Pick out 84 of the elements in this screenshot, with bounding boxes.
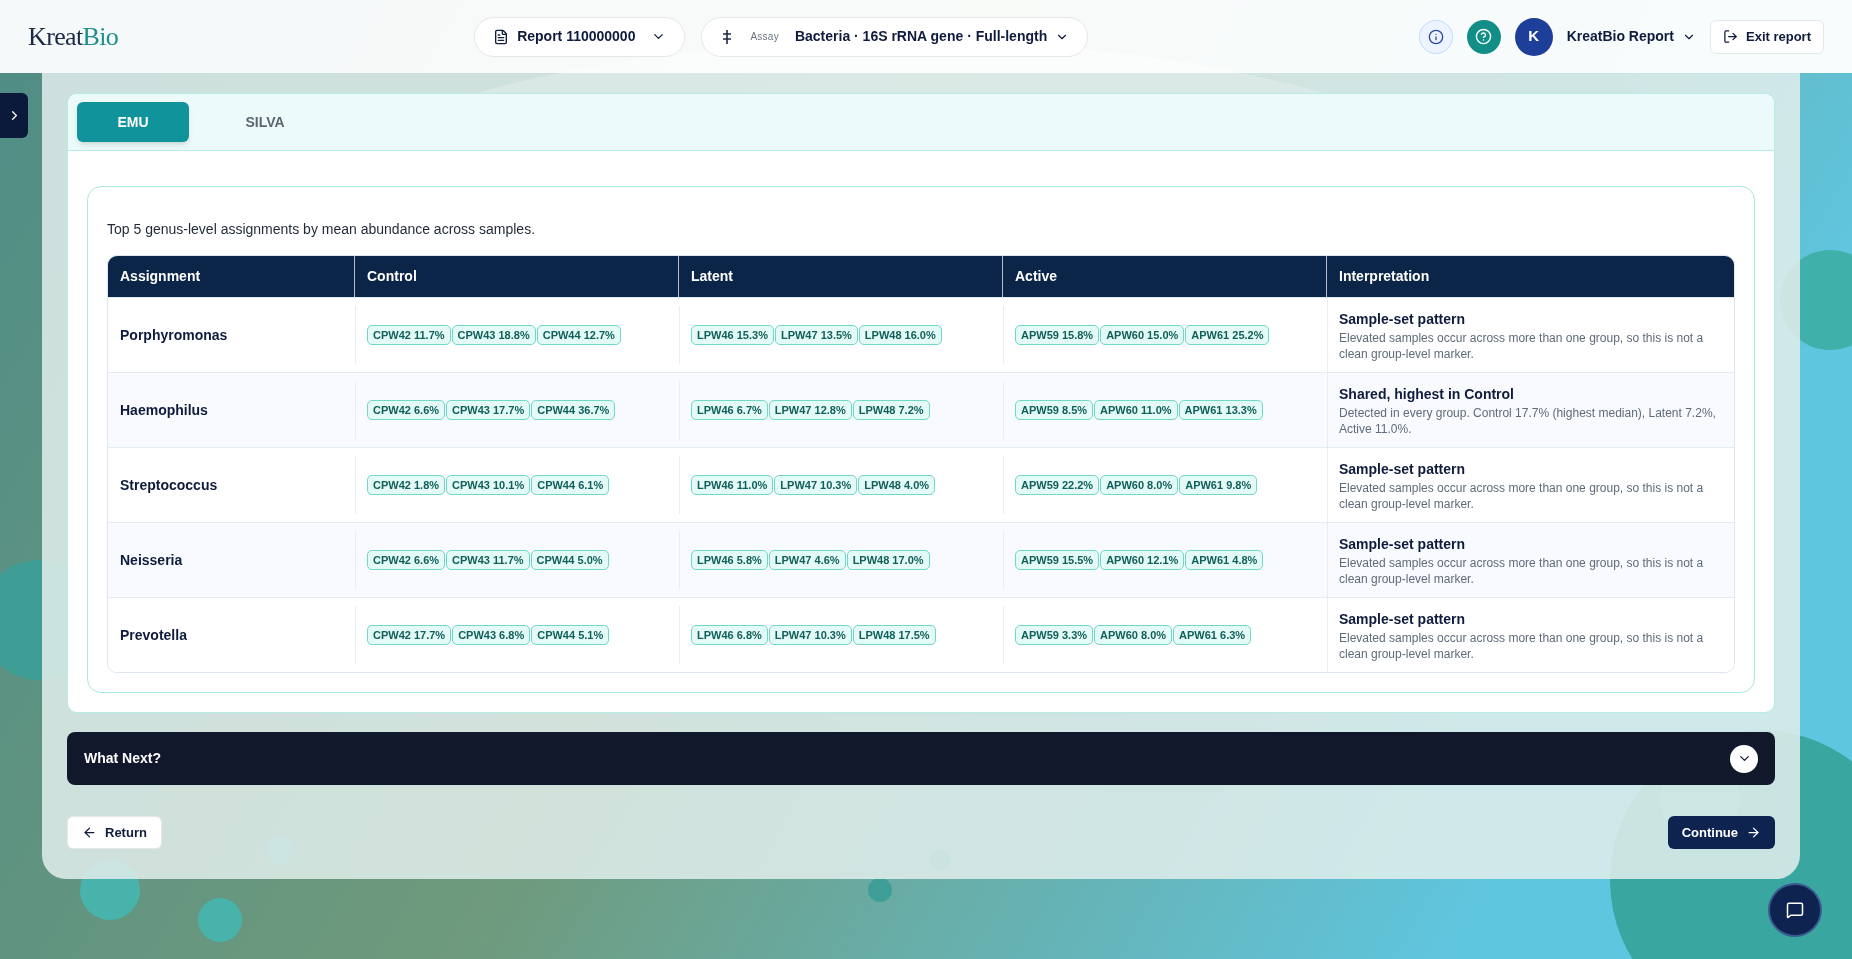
sample-tag: CPW43 10.1%	[446, 474, 531, 496]
logo: KreatBio	[28, 21, 119, 53]
sample-tag: CPW42 1.8%	[367, 474, 446, 496]
sample-tag: LPW48 4.0%	[858, 474, 936, 496]
document-icon	[493, 28, 510, 45]
sample-tag: LPW46 15.3%	[691, 324, 774, 346]
sample-tag: APW60 8.0%	[1094, 624, 1173, 646]
sample-tag: LPW46 5.8%	[691, 549, 768, 571]
interpretation-title: Sample-set pattern	[1339, 309, 1467, 329]
account-menu[interactable]: KreatBio Report	[1566, 26, 1696, 47]
continue-button[interactable]: Continue	[1667, 816, 1775, 849]
info-icon	[1427, 28, 1444, 45]
sample-tag: LPW48 17.5%	[852, 624, 936, 646]
sample-tag: CPW44 5.0%	[530, 549, 609, 571]
sample-tag: CPW44 5.1%	[531, 624, 610, 646]
sample-tag: LPW48 17.0%	[846, 549, 930, 571]
exit-report-button[interactable]: Exit report	[1710, 19, 1824, 54]
sample-tag: CPW43 6.8%	[452, 624, 531, 646]
sample-tag: APW60 11.0%	[1094, 399, 1178, 421]
info-button[interactable]	[1418, 19, 1453, 54]
help-icon	[1475, 28, 1493, 45]
sample-tag: APW60 8.0%	[1100, 474, 1179, 496]
sample-tag: CPW43 17.7%	[446, 399, 531, 421]
table-cell-text: Neisseria	[119, 550, 184, 570]
table-cell-text: Prevotella	[119, 625, 188, 645]
interpretation-text: Detected in every group. Control 17.7% (highest median), Latent 7.2%, Active 11.0%.	[1339, 404, 1717, 437]
table-cell-text: Haemophilus	[119, 400, 209, 420]
sample-tag: CPW42 11.7%	[367, 324, 451, 346]
sample-tag: CPW42 6.6%	[367, 549, 446, 571]
interpretation-text: Elevated samples occur across more than one group, so this is not a clean group-level marker.	[1339, 329, 1705, 362]
assay-label: Assay	[750, 30, 779, 44]
sample-tag: APW61 6.3%	[1173, 624, 1252, 646]
sample-tag: LPW47 4.6%	[768, 549, 846, 571]
expand-button[interactable]	[1730, 744, 1758, 773]
caption: Top 5 genus-level assignments by mean abundance across samples.	[107, 220, 537, 239]
sample-tag: LPW47 13.5%	[774, 324, 858, 346]
table-cell-text: Porphyromonas	[119, 325, 229, 345]
sample-tag: LPW47 12.8%	[768, 399, 852, 421]
tab[interactable]: EMU	[77, 102, 189, 142]
chat-icon	[1786, 901, 1804, 919]
help-button[interactable]	[1466, 19, 1501, 54]
interpretation-title: Shared, highest in Control	[1339, 384, 1515, 404]
sample-tag: APW59 3.3%	[1015, 624, 1094, 646]
sample-tag: CPW43 18.8%	[451, 324, 536, 346]
tab[interactable]: SILVA	[209, 102, 321, 142]
interpretation-text: Elevated samples occur across more than one group, so this is not a clean group-level marker.	[1339, 479, 1705, 512]
sample-tag: APW59 15.5%	[1015, 549, 1100, 571]
sample-tag: APW61 13.3%	[1178, 399, 1263, 421]
column-header: Interpretation	[1338, 267, 1431, 286]
sample-tag: LPW46 6.7%	[691, 399, 768, 421]
sample-tag: LPW48 16.0%	[858, 324, 942, 346]
sample-tag: APW60 15.0%	[1100, 324, 1185, 346]
sample-tag: APW61 9.8%	[1179, 474, 1258, 496]
sample-tag: CPW44 6.1%	[531, 474, 610, 496]
sample-tag: APW59 8.5%	[1015, 399, 1094, 421]
sample-tag: CPW42 17.7%	[367, 624, 452, 646]
assay-select[interactable]: Assay Bacteria · 16S rRNA gene · Full-length	[701, 16, 1089, 57]
table-cell-text: Streptococcus	[119, 475, 219, 495]
sample-tag: APW60 12.1%	[1100, 549, 1185, 571]
report-select[interactable]: Report 110000000	[474, 16, 686, 57]
sample-tag: LPW48 7.2%	[852, 399, 930, 421]
arrow-right-icon	[1746, 825, 1761, 840]
sample-tag: CPW42 6.6%	[367, 399, 446, 421]
sample-tag: LPW47 10.3%	[774, 474, 858, 496]
sample-tag: LPW47 10.3%	[768, 624, 852, 646]
sample-tag: LPW46 11.0%	[691, 474, 774, 496]
sample-tag: CPW44 12.7%	[536, 324, 621, 346]
interpretation-title: Sample-set pattern	[1339, 459, 1467, 479]
sidebar-toggle[interactable]	[0, 93, 28, 138]
sample-tag: LPW46 6.8%	[691, 624, 768, 646]
interpretation-title: Sample-set pattern	[1339, 609, 1467, 629]
interpretation-title: Sample-set pattern	[1339, 534, 1467, 554]
sample-tag: CPW44 36.7%	[531, 399, 616, 421]
sample-tag: CPW43 11.7%	[446, 549, 530, 571]
sample-tag: APW59 22.2%	[1015, 474, 1100, 496]
logout-icon	[1723, 29, 1738, 44]
sample-tag: APW61 25.2%	[1185, 324, 1270, 346]
avatar[interactable]: K	[1514, 17, 1553, 56]
sample-tag: APW59 15.8%	[1015, 324, 1100, 346]
sample-tag: APW61 4.8%	[1185, 549, 1264, 571]
interpretation-text: Elevated samples occur across more than one group, so this is not a clean group-level marker.	[1339, 629, 1705, 662]
return-button[interactable]: Return	[67, 816, 162, 849]
what-next-bar[interactable]: What Next?	[67, 732, 1775, 785]
interpretation-text: Elevated samples occur across more than one group, so this is not a clean group-level marker.	[1339, 554, 1705, 587]
